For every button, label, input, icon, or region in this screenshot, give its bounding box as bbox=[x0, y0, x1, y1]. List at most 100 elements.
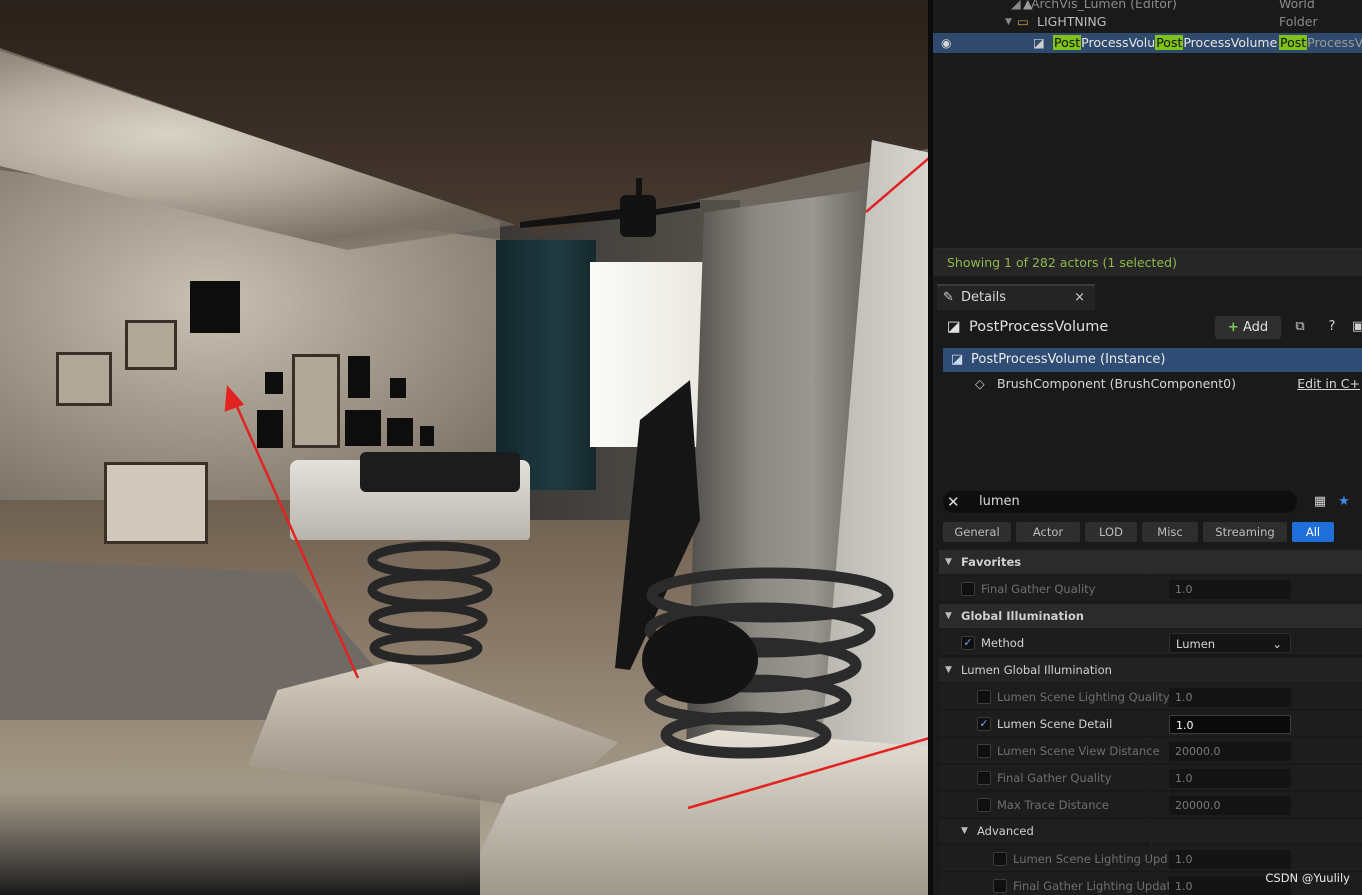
name-text: ProcessVolume bbox=[1183, 35, 1278, 50]
filter-tab-lod[interactable]: LOD bbox=[1085, 522, 1137, 542]
outliner-row-postprocessvolume[interactable]: ◉ ◪ PostProcessVoluPostProcessVolume Pos… bbox=[933, 33, 1362, 53]
add-component-button[interactable]: + Add bbox=[1215, 316, 1281, 339]
collapse-arrow-icon: ▼ bbox=[961, 826, 968, 836]
details-title: PostProcessVolume bbox=[969, 319, 1109, 335]
outliner-row-folder[interactable]: ▼ ▭ LIGHTNING Folder bbox=[933, 12, 1362, 32]
cube-icon: ◇ bbox=[975, 376, 985, 391]
collapse-arrow-icon: ▼ bbox=[945, 665, 952, 675]
tab-details[interactable]: ✎ Details × bbox=[937, 284, 1095, 310]
override-checkbox[interactable] bbox=[977, 798, 991, 812]
section-label: Favorites bbox=[961, 555, 1022, 569]
level-viewport[interactable] bbox=[0, 0, 928, 895]
volume-icon: ◪ bbox=[951, 352, 964, 367]
outliner-status: Showing 1 of 282 actors (1 selected) bbox=[933, 248, 1362, 276]
outliner-item-type: PostProcessVo bbox=[1279, 33, 1362, 53]
filter-tab-all[interactable]: All bbox=[1292, 522, 1334, 542]
annotation-arrow-outliner bbox=[865, 157, 928, 213]
prop-value-input[interactable]: 1.0 bbox=[1169, 580, 1291, 599]
volume-icon: ◪ bbox=[947, 319, 961, 335]
volume-icon: ◪ bbox=[1033, 35, 1045, 50]
coil-spring bbox=[367, 541, 501, 665]
override-checkbox[interactable] bbox=[977, 771, 991, 785]
override-checkbox[interactable] bbox=[977, 690, 991, 704]
brush-label: BrushComponent (BrushComponent0) bbox=[997, 376, 1236, 391]
name-text: ProcessVolu bbox=[1081, 35, 1156, 50]
help-icon[interactable]: ? bbox=[1321, 316, 1343, 338]
prop-lumen-scene-detail: ✓ Lumen Scene Detail 1.0 bbox=[939, 711, 1362, 737]
section-label: Global Illumination bbox=[961, 609, 1084, 623]
component-instance-row[interactable]: ◪ PostProcessVolume (Instance) bbox=[943, 348, 1362, 372]
type-text: ProcessVo bbox=[1307, 35, 1362, 50]
prop-label: Final Gather Quality bbox=[997, 771, 1112, 785]
prop-value-input-focused[interactable]: 1.0 bbox=[1169, 715, 1291, 734]
prop-lumen-scene-view-distance: Lumen Scene View Distance 20000.0 bbox=[939, 738, 1362, 764]
editor-side-panel: ◢ ▲ ArchVis_Lumen (Editor) World ▼ ▭ LIG… bbox=[928, 0, 1362, 895]
override-checkbox-checked[interactable]: ✓ bbox=[961, 636, 975, 650]
clear-search-icon[interactable]: ✕ bbox=[947, 491, 960, 513]
section-lumen-global-illumination[interactable]: ▼ Lumen Global Illumination bbox=[939, 658, 1362, 682]
collapse-arrow-icon: ▼ bbox=[945, 611, 952, 621]
prop-label: Lumen Scene Detail bbox=[997, 717, 1113, 731]
method-dropdown[interactable]: Lumen ⌄ bbox=[1169, 633, 1291, 653]
arrowhead bbox=[224, 384, 245, 412]
filter-tab-misc[interactable]: Misc bbox=[1142, 522, 1198, 542]
outliner-item-type: Folder bbox=[1279, 14, 1318, 29]
filter-tab-streaming[interactable]: Streaming bbox=[1203, 522, 1287, 542]
search-highlight: Post bbox=[1155, 35, 1184, 50]
edit-in-cpp-link[interactable]: Edit in C+ bbox=[1297, 373, 1360, 395]
override-checkbox[interactable] bbox=[993, 852, 1007, 866]
dropdown-value: Lumen bbox=[1176, 637, 1216, 651]
override-checkbox[interactable] bbox=[993, 879, 1007, 893]
prop-value-input[interactable]: 1.0 bbox=[1169, 850, 1291, 869]
scene-overlay bbox=[224, 157, 928, 810]
plus-icon: + bbox=[1227, 320, 1239, 335]
outliner-item-name: LIGHTNING bbox=[1037, 14, 1107, 29]
prop-lumen-scene-lighting-quality: Lumen Scene Lighting Quality 1.0 bbox=[939, 684, 1362, 710]
search-highlight: Post bbox=[1279, 35, 1308, 50]
override-checkbox-checked[interactable]: ✓ bbox=[977, 717, 991, 731]
close-icon[interactable]: × bbox=[1074, 286, 1085, 310]
override-checkbox[interactable] bbox=[977, 744, 991, 758]
prop-value-input[interactable]: 20000.0 bbox=[1169, 796, 1291, 815]
prop-value-input[interactable]: 20000.0 bbox=[1169, 742, 1291, 761]
prop-favorite-final-gather-quality: Final Gather Quality 1.0 bbox=[939, 576, 1362, 602]
details-search-input[interactable]: lumen bbox=[943, 491, 1297, 513]
section-advanced[interactable]: ▼ Advanced bbox=[939, 819, 1362, 843]
prop-label: Final Gather Lighting Updat... bbox=[1013, 879, 1183, 893]
override-checkbox[interactable] bbox=[961, 582, 975, 596]
filter-tab-actor[interactable]: Actor bbox=[1016, 522, 1080, 542]
favorite-star-icon[interactable]: ★ bbox=[1333, 491, 1355, 513]
prop-label: Final Gather Quality bbox=[981, 582, 1096, 596]
expand-arrow-icon[interactable]: ▼ bbox=[1005, 12, 1012, 32]
tab-label: Details bbox=[961, 290, 1007, 305]
prop-lumen-scene-lighting-update: Lumen Scene Lighting Upd... 1.0 bbox=[939, 846, 1362, 872]
section-favorites[interactable]: ▼ Favorites bbox=[939, 550, 1362, 574]
prop-value-input[interactable]: 1.0 bbox=[1169, 769, 1291, 788]
chevron-down-icon: ⌄ bbox=[1272, 637, 1282, 651]
annotation-arrows bbox=[224, 157, 928, 810]
pencil-icon: ✎ bbox=[943, 290, 954, 305]
instance-label: PostProcessVolume (Instance) bbox=[971, 352, 1166, 367]
folder-icon: ▭ bbox=[1017, 14, 1029, 29]
outliner-item-name: PostProcessVoluPostProcessVolume bbox=[1053, 33, 1277, 53]
table-view-icon[interactable]: ▦ bbox=[1309, 491, 1331, 513]
blueprint-hierarchy-icon[interactable]: ⧉ bbox=[1289, 316, 1311, 338]
prop-final-gather-quality: Final Gather Quality 1.0 bbox=[939, 765, 1362, 791]
lock-icon[interactable]: ▣ bbox=[1347, 316, 1362, 338]
prop-label: Lumen Scene Lighting Upd... bbox=[1013, 852, 1179, 866]
prop-value-input[interactable]: 1.0 bbox=[1169, 688, 1291, 707]
collapse-arrow-icon: ▼ bbox=[945, 557, 952, 567]
watermark: CSDN @Yuulily bbox=[1265, 871, 1350, 885]
prop-max-trace-distance: Max Trace Distance 20000.0 bbox=[939, 792, 1362, 818]
prop-method: ✓ Method Lumen ⌄ bbox=[939, 630, 1362, 656]
section-label: Advanced bbox=[977, 824, 1034, 838]
annotation-arrow-wall bbox=[232, 399, 360, 679]
prop-label: Max Trace Distance bbox=[997, 798, 1109, 812]
add-label: Add bbox=[1242, 320, 1269, 335]
filter-tab-general[interactable]: General bbox=[943, 522, 1011, 542]
section-global-illumination[interactable]: ▼ Global Illumination bbox=[939, 604, 1362, 628]
visibility-eye-icon[interactable]: ◉ bbox=[941, 33, 951, 53]
ceiling-fan bbox=[520, 178, 700, 237]
sphere-sculpture bbox=[642, 616, 758, 704]
prop-label: Lumen Scene Lighting Quality bbox=[997, 690, 1170, 704]
